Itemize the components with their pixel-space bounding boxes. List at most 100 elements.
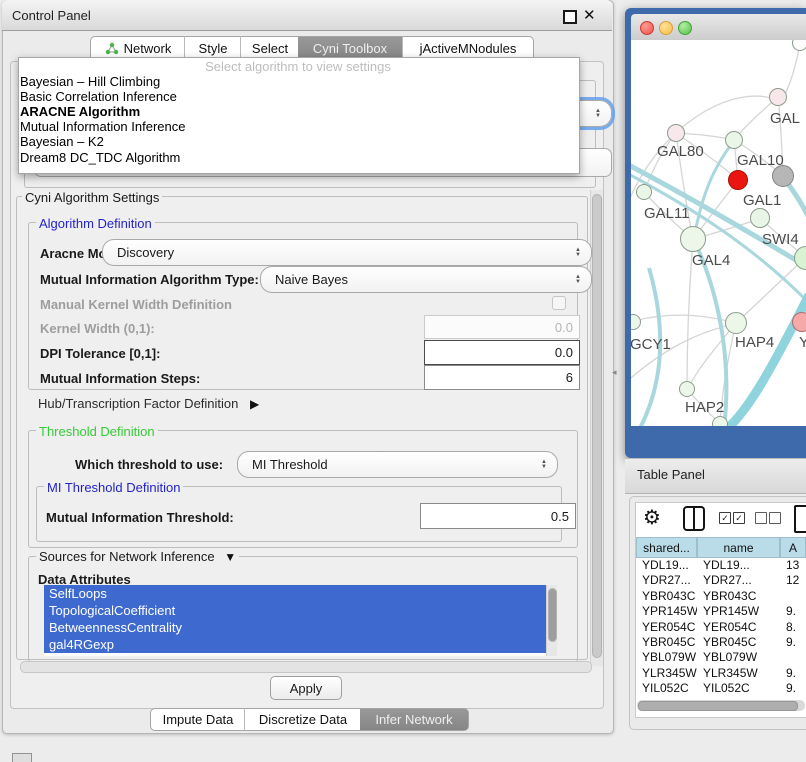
control-panel-titlebar[interactable] (2, 0, 612, 31)
mi-algorithm-type-combo[interactable]: Naive Bayes ▲▼ (260, 266, 592, 293)
settings-horizontal-scrollbar[interactable] (20, 661, 592, 673)
deselect-all-checkbox-icon[interactable] (769, 512, 781, 524)
table-horizontal-scrollbar[interactable] (637, 700, 805, 711)
screen: Control Panel ✕ Network Style Select Cyn… (0, 0, 806, 762)
network-node-gal[interactable] (769, 88, 787, 106)
column-header-name[interactable]: name (697, 537, 780, 558)
threshold-definition-title: Threshold Definition (36, 424, 158, 439)
list-item[interactable]: gal4RGexp (44, 636, 546, 653)
float-window-icon[interactable] (563, 10, 577, 24)
popup-item[interactable]: Basic Correlation Inference (20, 89, 570, 104)
cell-name: YLR345W (697, 666, 780, 681)
network-node-pink[interactable] (792, 312, 806, 332)
settings-vertical-scrollbar[interactable] (590, 190, 603, 666)
mi-steps-input[interactable]: 6 (424, 365, 580, 390)
scrollbar-thumb[interactable] (592, 194, 602, 658)
dpi-tolerance-input[interactable]: 0.0 (424, 340, 580, 365)
manual-kernel-width-checkbox[interactable] (552, 296, 566, 310)
gear-icon[interactable]: ⚙ (643, 505, 661, 530)
document-icon[interactable] (794, 505, 806, 533)
tab-cyni-toolbox-label: Cyni Toolbox (313, 41, 387, 56)
stepper-icon: ▲▼ (575, 248, 581, 258)
stepper-icon: ▲▼ (541, 460, 547, 470)
sources-title[interactable]: Sources for Network Inference ▼ (36, 549, 239, 564)
network-node-gal1[interactable] (750, 208, 770, 228)
tab-infer-network[interactable]: Infer Network (360, 708, 469, 731)
network-node-gal4[interactable] (680, 226, 706, 252)
column-header-third[interactable]: A (780, 537, 806, 558)
minimized-panel-icon[interactable] (12, 753, 32, 762)
close-icon[interactable]: ✕ (583, 6, 596, 24)
which-threshold-combo[interactable]: MI Threshold ▲▼ (237, 451, 558, 478)
table-body[interactable]: YDL19... YDL19... 13 YDR27... YDR27... 1… (636, 558, 806, 698)
cell-name: YPR145W (697, 604, 780, 619)
table-row[interactable]: YDL19... YDL19... 13 (636, 558, 806, 573)
cell-shared-name: YBL079W (636, 650, 697, 665)
network-node-gal80[interactable] (667, 124, 685, 142)
close-traffic-light-icon[interactable] (640, 21, 654, 35)
hub-definition-expander[interactable]: Hub/Transcription Factor Definition ▶ (38, 396, 259, 411)
select-all-checkbox-icon[interactable]: ✓ (719, 512, 731, 524)
network-node-hap4[interactable] (725, 312, 747, 334)
cell-value (780, 589, 806, 604)
minimize-traffic-light-icon[interactable] (659, 21, 673, 35)
deselect-all-checkbox-icon[interactable] (755, 512, 767, 524)
table-row[interactable]: YBR043C YBR043C (636, 589, 806, 604)
mi-threshold-value: 0.5 (551, 509, 569, 524)
hub-definition-label: Hub/Transcription Factor Definition (38, 396, 238, 411)
kernel-width-value: 0.0 (555, 320, 573, 335)
tab-discretize-data[interactable]: Discretize Data (244, 708, 361, 731)
table-row[interactable]: YIL052C YIL052C 9. (636, 681, 806, 696)
node-label: GAL11 (644, 205, 690, 222)
table-row[interactable]: YLR345W YLR345W 9. (636, 666, 806, 681)
network-node-selected-red[interactable] (728, 170, 748, 190)
apply-button[interactable]: Apply (270, 676, 342, 700)
network-node-gal11[interactable] (636, 184, 652, 200)
kernel-width-label: Kernel Width (0,1): (40, 321, 155, 336)
aracne-mode-value: Discovery (117, 245, 575, 260)
mi-threshold-input[interactable]: 0.5 (420, 503, 576, 529)
popup-item[interactable]: Bayesian – K2 (20, 134, 570, 149)
mi-steps-label: Mutual Information Steps: (40, 371, 200, 386)
scrollbar-thumb[interactable] (548, 588, 557, 642)
attributes-list-scrollbar[interactable] (546, 585, 557, 656)
popup-item[interactable]: Mutual Information Inference (20, 119, 570, 134)
cell-value: 9. (780, 604, 806, 619)
select-all-checkbox-icon[interactable]: ✓ (733, 512, 745, 524)
aracne-mode-combo[interactable]: Discovery ▲▼ (102, 239, 592, 266)
table-row[interactable]: YDR27... YDR27... 12 (636, 573, 806, 588)
columns-icon[interactable] (683, 506, 705, 531)
network-graph-icon (105, 42, 119, 55)
list-item[interactable]: BetweennessCentrality (44, 619, 546, 636)
scrollbar-thumb[interactable] (638, 701, 798, 711)
data-attributes-list[interactable]: SelfLoops TopologicalCoefficient Between… (44, 585, 546, 656)
table-row[interactable]: YER054C YER054C 8. (636, 620, 806, 635)
zoom-traffic-light-icon[interactable] (678, 21, 692, 35)
cell-shared-name: YBR043C (636, 589, 697, 604)
splitpane-collapse-icon[interactable]: ◂ (612, 367, 617, 378)
network-window-titlebar[interactable] (631, 14, 806, 41)
network-node[interactable] (712, 416, 728, 426)
popup-item[interactable]: Dream8 DC_TDC Algorithm (20, 150, 570, 165)
network-canvas[interactable]: GAL GAL80 GAL10 GAL1 GAL11 SWI4 GAL4 GCY… (631, 40, 806, 426)
node-label: GAL (770, 110, 800, 127)
table-row[interactable]: YPR145W YPR145W 9. (636, 604, 806, 619)
popup-item[interactable]: Bayesian – Hill Climbing (20, 74, 570, 89)
cell-name: YDR27... (697, 573, 780, 588)
network-node-gal10[interactable] (725, 131, 743, 149)
list-item[interactable]: TopologicalCoefficient (44, 602, 546, 619)
list-item[interactable]: SelfLoops (44, 585, 546, 602)
cell-name: YBR043C (697, 589, 780, 604)
mi-threshold-label: Mutual Information Threshold: (46, 510, 234, 525)
table-row[interactable]: YBR045C YBR045C 9. (636, 635, 806, 650)
cell-value (780, 650, 806, 665)
popup-item-selected[interactable]: ARACNE Algorithm (20, 104, 570, 119)
tab-impute-data[interactable]: Impute Data (150, 708, 245, 731)
kernel-width-input[interactable]: 0.0 (424, 315, 580, 339)
cell-shared-name: YIL052C (636, 681, 697, 696)
network-node-hap2[interactable] (679, 381, 695, 397)
cell-value: 9. (780, 635, 806, 650)
tab-style-label: Style (199, 41, 228, 56)
table-row[interactable]: YBL079W YBL079W (636, 650, 806, 665)
column-header-shared[interactable]: shared... (636, 537, 697, 558)
